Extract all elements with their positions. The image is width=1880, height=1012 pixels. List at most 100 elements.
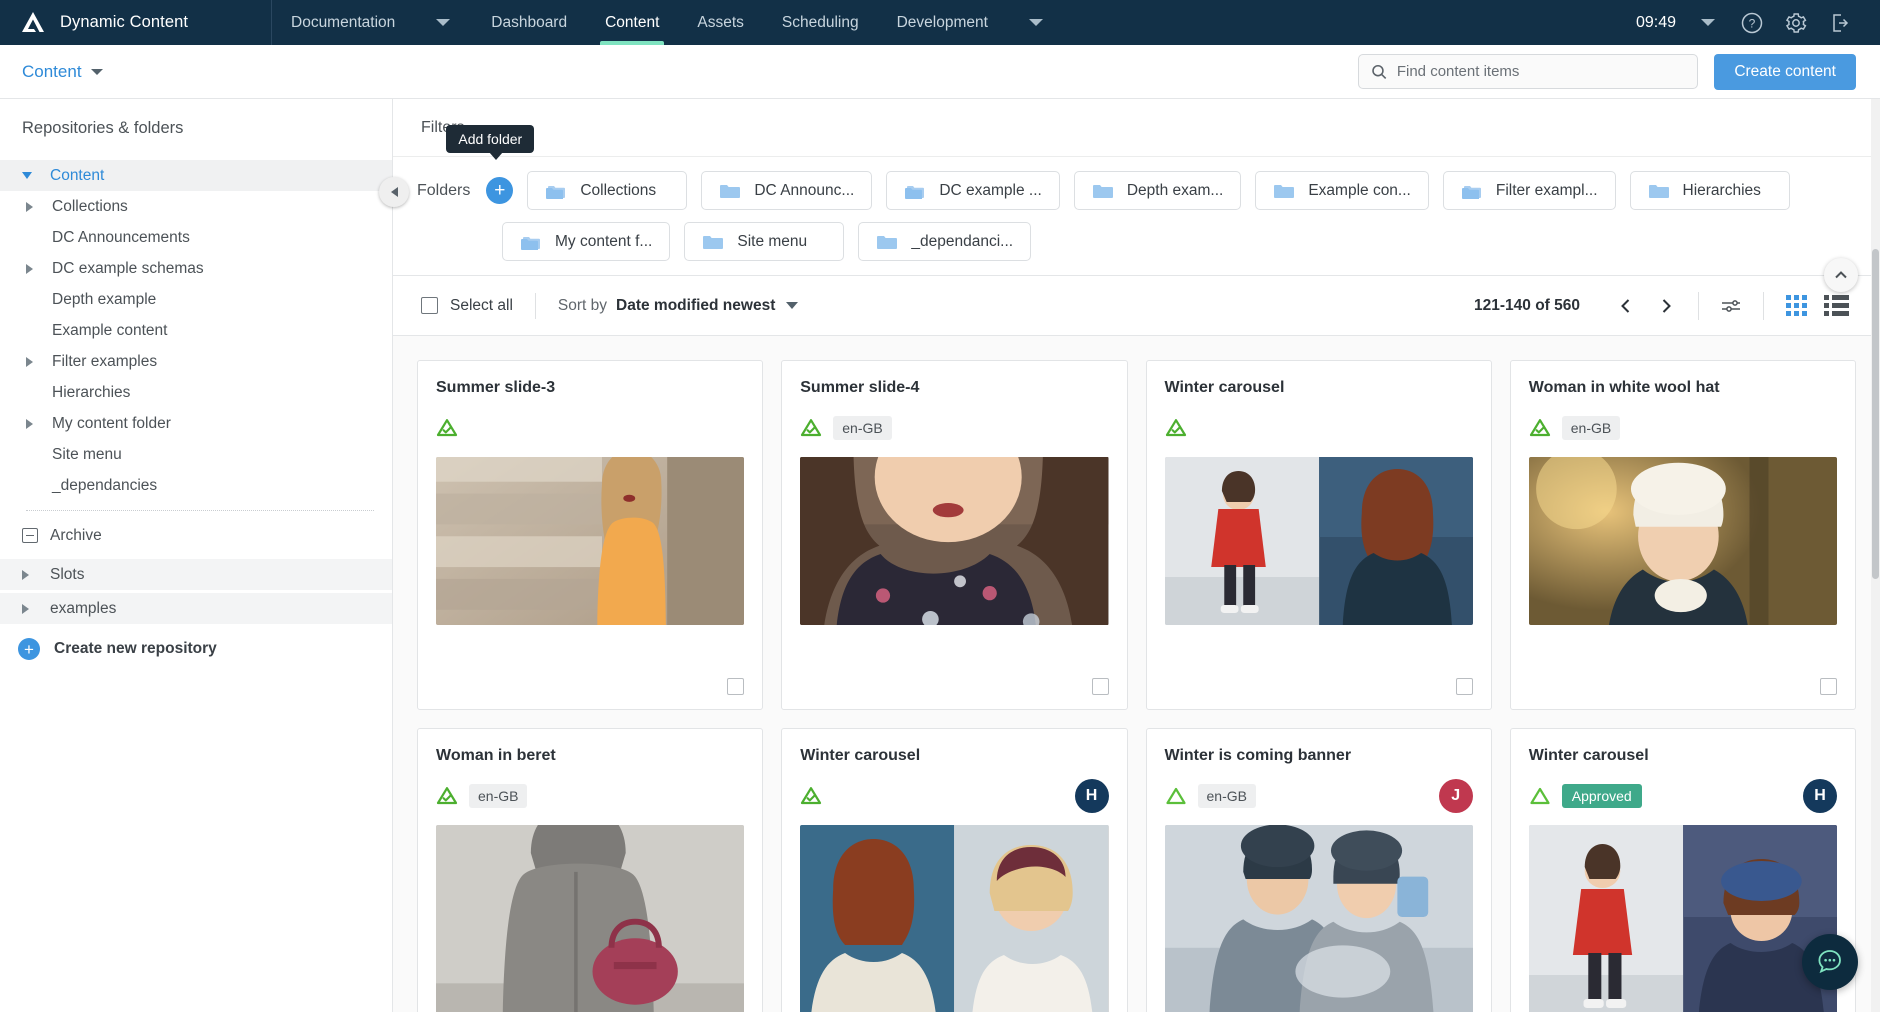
folder-chip-dc-announcements[interactable]: DC Announc... — [701, 171, 873, 210]
card-select-checkbox[interactable] — [1455, 678, 1473, 695]
folder-chip-hierarchies[interactable]: Hierarchies — [1629, 171, 1790, 210]
chevron-right-icon[interactable] — [26, 356, 52, 367]
main-scrollbar[interactable] — [1871, 99, 1880, 1012]
folder-chip-example-content[interactable]: Example con... — [1255, 171, 1429, 210]
create-new-repository-button[interactable]: + Create new repository — [0, 624, 392, 660]
folder-chip-filter-examples[interactable]: Filter exampl... — [1442, 171, 1616, 210]
sliders-icon — [1722, 299, 1740, 312]
sidebar-item-archive[interactable]: Archive — [0, 520, 392, 551]
create-content-button[interactable]: Create content — [1714, 53, 1856, 90]
filter-settings-button[interactable] — [1711, 286, 1751, 326]
sidebar-title: Repositories & folders — [22, 119, 184, 137]
user-menu-button[interactable] — [1686, 0, 1730, 45]
content-card[interactable]: Summer slide-3 — [417, 360, 764, 710]
content-card[interactable]: Summer slide-4 en-GB — [781, 360, 1128, 710]
card-meta: en-GB — [436, 781, 744, 811]
breadcrumb-label: Content — [22, 61, 82, 81]
folder-chip-depth-example[interactable]: Depth exam... — [1073, 171, 1242, 210]
logout-button[interactable] — [1818, 0, 1862, 45]
grid-view-button[interactable] — [1776, 286, 1816, 326]
folder-chip-site-menu[interactable]: Site menu — [684, 222, 845, 261]
thumbnail-image — [436, 457, 745, 625]
add-folder-button[interactable]: + Add folder — [446, 125, 535, 204]
search-box[interactable] — [1358, 54, 1699, 89]
folder-icon — [877, 235, 898, 249]
scroll-to-top-button[interactable] — [1824, 258, 1858, 292]
sidebar-item-collections[interactable]: Collections — [0, 191, 392, 222]
sidebar-item-site-menu[interactable]: Site menu — [0, 439, 392, 470]
nav-development-caret[interactable] — [1007, 0, 1065, 45]
nav-item-documentation[interactable]: Documentation — [272, 0, 414, 45]
chevron-right-icon[interactable] — [22, 603, 50, 614]
filters-bar[interactable]: Filters — [393, 99, 1880, 157]
chevron-right-icon[interactable] — [26, 418, 52, 429]
nav-item-dashboard[interactable]: Dashboard — [472, 0, 586, 45]
sidebar-item-examples[interactable]: examples — [0, 593, 392, 624]
content-card[interactable]: Woman in beret en-GB — [417, 728, 764, 1012]
folder-chip-collections[interactable]: Collections — [527, 171, 688, 210]
sidebar-item-content[interactable]: Content — [0, 160, 392, 191]
content-card[interactable]: Woman in white wool hat en-GB — [1509, 360, 1856, 710]
nav-item-assets[interactable]: Assets — [678, 0, 763, 45]
chat-support-button[interactable] — [1802, 934, 1858, 990]
folder-chip-dependancies[interactable]: _dependanci... — [858, 222, 1032, 261]
card-title: Summer slide-4 — [800, 379, 920, 396]
page-subheader: Content Create content — [0, 45, 1880, 99]
card-title: Winter is coming banner — [1164, 747, 1352, 764]
sidebar-item-dc-example-schemas[interactable]: DC example schemas — [0, 253, 392, 284]
nav-label: Scheduling — [781, 13, 859, 31]
settings-button[interactable] — [1774, 0, 1818, 45]
tree-label: Collections — [52, 197, 128, 215]
thumbnail-image — [1164, 457, 1473, 625]
locale-badge: en-GB — [833, 416, 892, 440]
chevron-left-icon — [1621, 298, 1630, 313]
chevron-down-icon[interactable] — [786, 302, 799, 309]
folder-chip-label: Collections — [580, 181, 657, 199]
amplience-logo-icon — [20, 10, 46, 36]
help-button[interactable]: ? — [1730, 0, 1774, 45]
folder-chip-dc-example-schemas[interactable]: DC example ... — [886, 171, 1060, 210]
card-title: Winter carousel — [1164, 379, 1285, 396]
card-thumbnail — [800, 457, 1109, 625]
folder-chip-label: _dependanci... — [911, 232, 1014, 250]
content-card[interactable]: Winter carousel H — [781, 728, 1128, 1012]
tree-label: Filter examples — [52, 352, 158, 370]
nav-item-content[interactable]: Content — [586, 0, 678, 45]
brand-title: Dynamic Content — [60, 13, 189, 31]
sidebar-item-filter-examples[interactable]: Filter examples — [0, 346, 392, 377]
chevron-right-icon[interactable] — [26, 201, 52, 212]
tree-label: Depth example — [52, 290, 157, 308]
previous-page-button[interactable] — [1606, 286, 1646, 326]
card-select-checkbox[interactable] — [1820, 678, 1837, 695]
select-all-checkbox[interactable] — [421, 297, 438, 314]
chevron-down-icon[interactable] — [22, 172, 50, 179]
select-all-label[interactable]: Select all — [450, 297, 513, 315]
search-input[interactable] — [1396, 63, 1686, 80]
folder-icon — [1648, 184, 1669, 198]
card-thumbnail — [1528, 457, 1837, 625]
content-card[interactable]: Winter carousel — [1145, 360, 1492, 710]
tree-label: Example content — [52, 321, 168, 339]
sidebar-item-dc-announcements[interactable]: DC Announcements — [0, 222, 392, 253]
chevron-down-icon — [90, 68, 103, 75]
folder-chip-my-content-folder[interactable]: My content f... — [502, 222, 671, 261]
nav-item-scheduling[interactable]: Scheduling — [763, 0, 878, 45]
content-card[interactable]: Winter is coming banner en-GB J — [1145, 728, 1492, 1012]
nav-item-development[interactable]: Development — [878, 0, 1007, 45]
sidebar-item-hierarchies[interactable]: Hierarchies — [0, 377, 392, 408]
chevron-right-icon[interactable] — [22, 569, 50, 580]
card-select-checkbox[interactable] — [1091, 678, 1109, 695]
next-page-button[interactable] — [1646, 286, 1686, 326]
sidebar-item-depth-example[interactable]: Depth example — [0, 284, 392, 315]
nav-documentation-caret[interactable] — [414, 0, 472, 45]
sidebar-item-example-content[interactable]: Example content — [0, 315, 392, 346]
brand-area[interactable]: Dynamic Content — [0, 0, 272, 45]
sidebar-item-my-content-folder[interactable]: My content folder — [0, 408, 392, 439]
sidebar-item-slots[interactable]: Slots — [0, 559, 392, 590]
sidebar-item-dependancies[interactable]: _dependancies — [0, 470, 392, 501]
sort-by-value[interactable]: Date modified newest — [616, 297, 775, 315]
chevron-right-icon[interactable] — [26, 263, 52, 274]
breadcrumb[interactable]: Content — [0, 62, 103, 82]
sidebar-collapse-button[interactable] — [379, 177, 409, 207]
card-select-checkbox[interactable] — [727, 678, 745, 695]
